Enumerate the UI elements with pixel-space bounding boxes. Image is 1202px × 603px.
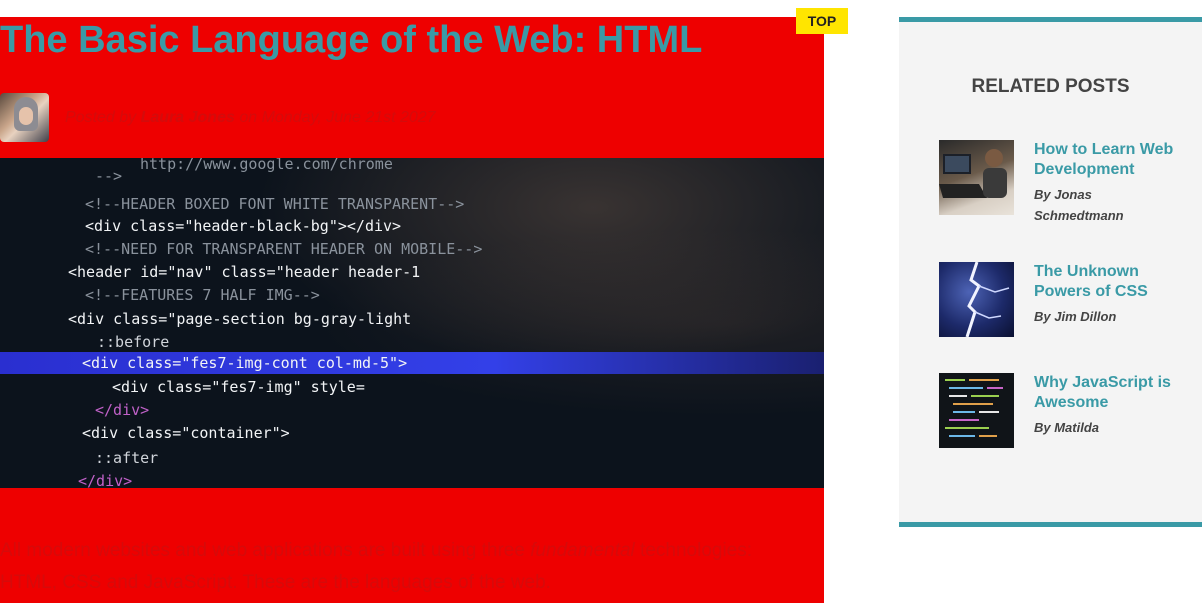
byline: Posted by Laura Jones on Monday, June 21… [0,93,436,142]
related-posts-sidebar: RELATED POSTS How to Learn Web Developme… [899,17,1202,527]
code-line: <div class="fes7-img-cont col-md-5"> [82,354,408,372]
related-post[interactable]: How to Learn Web Development By Jonas Sc… [939,140,1174,226]
byline-date: Monday, June 21st 2027 [261,108,436,126]
code-line: --> [95,167,123,185]
post-title-link[interactable]: The Unknown Powers of CSS [1034,262,1174,302]
lightning-photo-icon [965,262,1010,337]
byline-text: Posted by Laura Jones on Monday, June 21… [65,109,436,127]
code-photo-icon [945,379,1003,437]
code-line: <!--NEED FOR TRANSPARENT HEADER ON MOBIL… [85,240,483,258]
article: The Basic Language of the Web: HTML Post… [0,17,824,603]
related-post[interactable]: The Unknown Powers of CSS By Jim Dillon [939,262,1174,337]
excerpt-emphasis: fundamental [530,540,635,561]
sidebar-title: RELATED POSTS [971,76,1130,97]
byline-middle: on [234,108,262,126]
post-info: Why JavaScript is Awesome By Matilda [1034,373,1174,448]
article-excerpt: All modern websites and web applications… [0,535,810,599]
code-line: <div class="fes7-img" style= [112,378,365,396]
code-line: <!--FEATURES 7 HALF IMG--> [85,286,320,304]
post-author: By Jonas Schmedtmann [1034,187,1124,223]
post-info: How to Learn Web Development By Jonas Sc… [1034,140,1174,226]
post-thumbnail[interactable] [939,373,1014,448]
code-line: <div class="container"> [82,424,290,442]
post-title-link[interactable]: Why JavaScript is Awesome [1034,373,1174,413]
code-line: </div> [95,401,150,419]
author-avatar [0,93,49,142]
code-line: </div> [78,472,133,488]
hero-code-image: http://www.google.com/chrome --> <!--HEA… [0,158,824,488]
post-info: The Unknown Powers of CSS By Jim Dillon [1034,262,1174,337]
code-line: ::before [97,333,170,351]
top-badge[interactable]: TOP [796,8,848,34]
post-author: By Matilda [1034,420,1100,435]
code-line: <div class="header-black-bg"></div> [85,217,402,235]
post-author: By Jim Dillon [1034,309,1117,324]
post-thumbnail[interactable] [939,262,1014,337]
code-line: <header id="nav" class="header header-1 [68,263,421,281]
related-post[interactable]: Why JavaScript is Awesome By Matilda [939,373,1174,448]
laptop-photo-icon [939,149,1007,198]
post-thumbnail[interactable] [939,140,1014,215]
excerpt-part-1: All modern websites and web applications… [0,540,531,561]
byline-author: Laura Jones [140,108,235,126]
code-line: http://www.google.com/chrome [140,158,393,173]
code-line: <!--HEADER BOXED FONT WHITE TRANSPARENT-… [85,195,465,213]
article-title: The Basic Language of the Web: HTML [0,19,703,61]
post-title-link[interactable]: How to Learn Web Development [1034,140,1174,180]
byline-prefix: Posted by [65,108,141,126]
code-line: ::after [95,449,159,467]
code-line: <div class="page-section bg-gray-light [68,310,412,328]
avatar-face [19,107,33,125]
